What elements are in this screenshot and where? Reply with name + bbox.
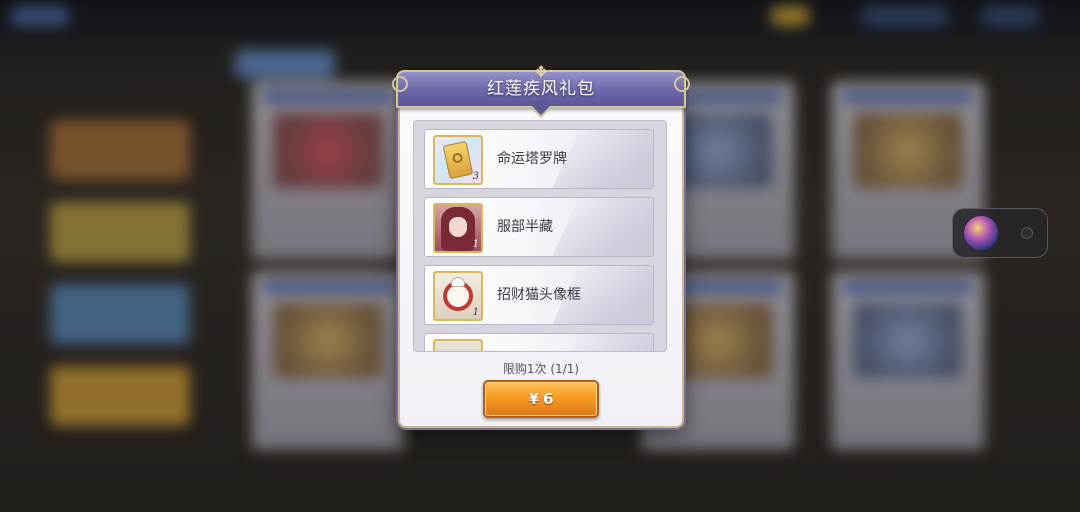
item-count: 1: [472, 307, 479, 318]
item-name: 命运塔罗牌: [497, 151, 567, 167]
list-item[interactable]: 1 服部半藏: [424, 197, 654, 257]
status-dot-icon: [1021, 227, 1033, 239]
side-avatar-widget[interactable]: [952, 208, 1048, 258]
avatar[interactable]: [963, 215, 999, 251]
title-banner: ❖ 红莲疾风礼包: [392, 64, 690, 108]
gift-pack-dialog: ❖ 红莲疾风礼包 3 命运塔罗牌 1 服部半藏 1 招财猫头像框 限购1次 (1…: [392, 62, 690, 428]
tarot-card-icon[interactable]: 3: [433, 135, 483, 185]
item-count: 1: [472, 239, 479, 250]
item-count: 3: [472, 171, 479, 182]
price-amount: 6: [543, 390, 554, 408]
item-name: 服部半藏: [497, 219, 553, 235]
dialog-title: 红莲疾风礼包: [487, 79, 595, 99]
list-item[interactable]: [424, 333, 654, 351]
purchase-limit-text: 限购1次 (1/1): [502, 362, 580, 376]
partial-item-icon[interactable]: [433, 339, 483, 351]
character-portrait-icon[interactable]: 1: [433, 203, 483, 253]
list-item[interactable]: 3 命运塔罗牌: [424, 129, 654, 189]
item-list[interactable]: 3 命运塔罗牌 1 服部半藏 1 招财猫头像框: [413, 120, 667, 352]
currency-symbol: ¥: [528, 390, 539, 408]
buy-button[interactable]: ¥6: [483, 380, 599, 418]
list-item[interactable]: 1 招财猫头像框: [424, 265, 654, 325]
item-name: 招财猫头像框: [497, 287, 581, 303]
lucky-cat-frame-icon[interactable]: 1: [433, 271, 483, 321]
